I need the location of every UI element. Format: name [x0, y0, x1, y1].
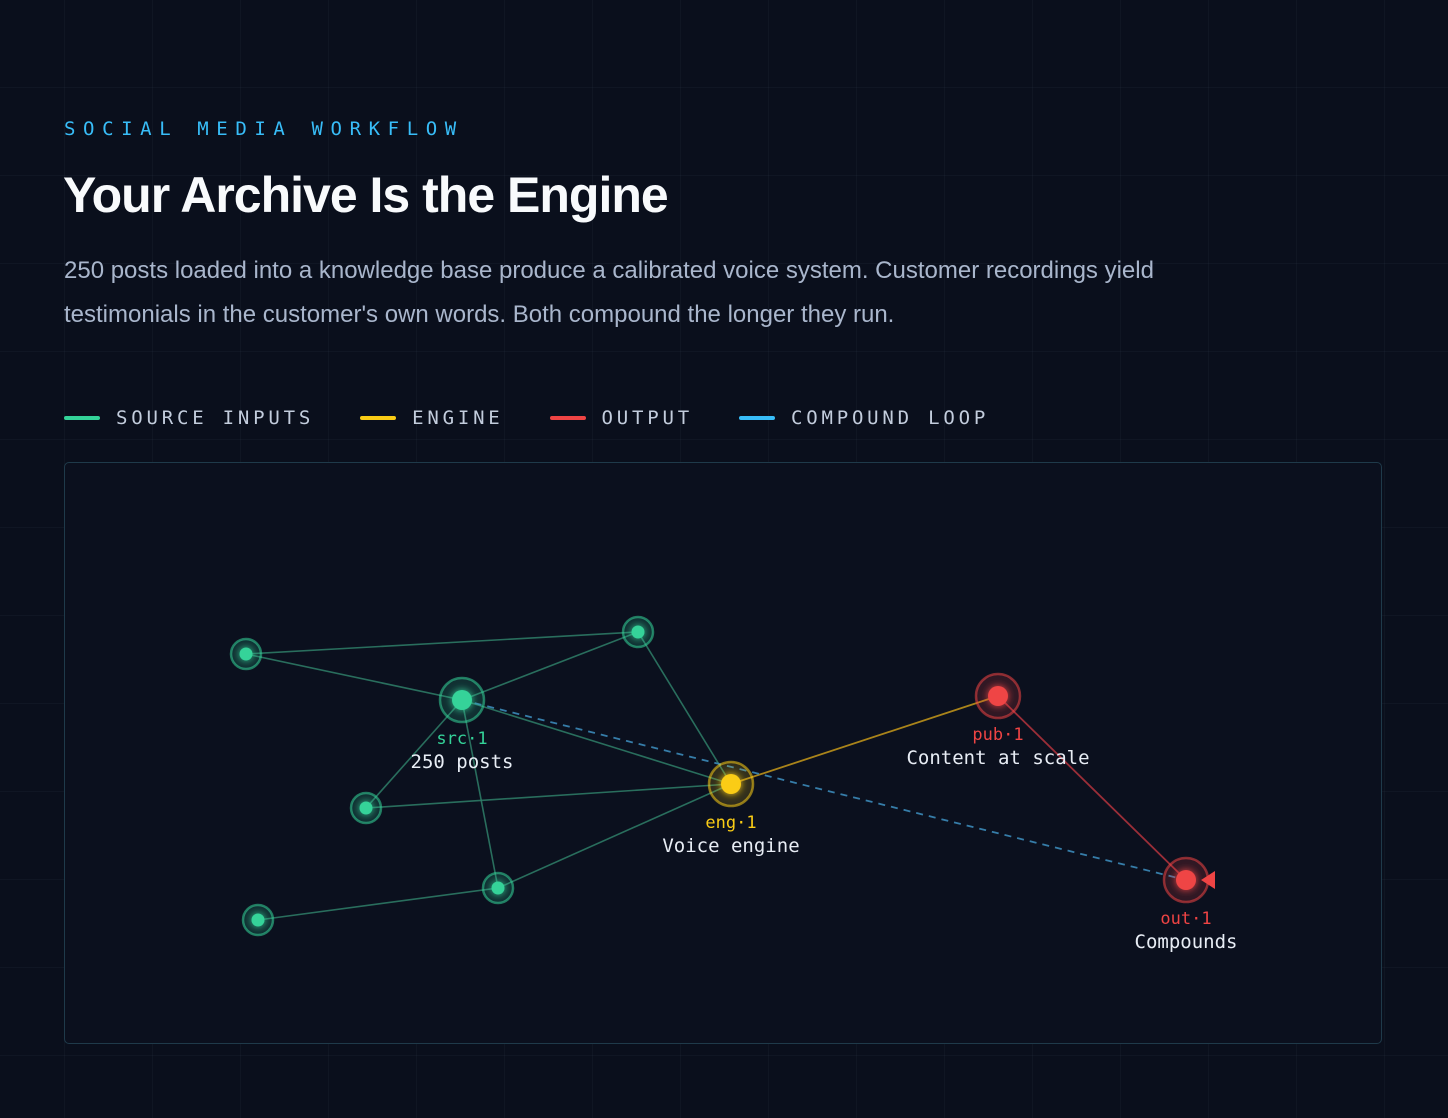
legend-item-compound-loop: COMPOUND LOOP	[738, 407, 990, 429]
legend-label: COMPOUND LOOP	[790, 407, 990, 429]
node-core	[631, 625, 645, 639]
node-id-label: out·1	[1160, 909, 1211, 929]
node-core	[452, 690, 472, 710]
legend-swatch-source	[64, 416, 100, 420]
node-core	[251, 913, 265, 927]
edge-pub1-out1	[997, 695, 1187, 881]
node-title-label: Voice engine	[662, 835, 799, 857]
node-id-label: eng·1	[705, 813, 756, 833]
node-eng1[interactable]	[707, 760, 755, 808]
node-s4[interactable]	[349, 791, 383, 825]
page-description: 250 posts loaded into a knowledge base p…	[64, 257, 1154, 328]
node-core	[721, 774, 741, 794]
node-pub1[interactable]	[974, 672, 1022, 720]
section-eyebrow: SOCIAL MEDIA WORKFLOW	[64, 118, 464, 140]
edge-eng1-pub1	[730, 695, 999, 785]
node-id-label: src·1	[436, 729, 487, 749]
node-core	[1176, 870, 1196, 890]
node-title-label: Content at scale	[906, 747, 1089, 769]
legend-item-output: OUTPUT	[549, 407, 693, 429]
edge-s3-src1	[461, 631, 639, 701]
legend-item-source-inputs: SOURCE INPUTS	[64, 407, 314, 429]
workflow-diagram: src·1 250 posts eng·1 Voice engine pub·1 Cont…	[64, 462, 1382, 1044]
node-s3[interactable]	[621, 615, 655, 649]
edge-s3-eng1	[637, 631, 732, 785]
node-core	[491, 881, 505, 895]
workflow-graph: src·1250 posts eng·1Voice engine pub·1Cont…	[229, 615, 1238, 953]
legend-swatch-engine	[360, 416, 397, 420]
page-title: Your Archive Is the Engine	[63, 167, 669, 223]
node-title-label: 250 posts	[411, 751, 514, 773]
node-src1[interactable]	[438, 676, 486, 724]
edge-src1-out1	[461, 699, 1187, 881]
legend-label: SOURCE INPUTS	[116, 407, 315, 429]
node-s2[interactable]	[229, 637, 263, 671]
diagram-legend: SOURCE INPUTS ENGINE OUTPUT COMPOUND LOO…	[64, 407, 1035, 429]
node-s6[interactable]	[241, 903, 275, 937]
legend-label: OUTPUT	[601, 407, 693, 429]
legend-swatch-output	[549, 416, 586, 420]
edge-s2-src1	[245, 653, 463, 701]
node-core	[988, 686, 1008, 706]
node-core	[359, 801, 373, 815]
edge-s6-s5	[257, 887, 499, 921]
legend-label: ENGINE	[412, 407, 504, 429]
legend-swatch-loop	[738, 416, 775, 420]
labels-layer: src·1250 posts eng·1Voice engine pub·1Cont…	[411, 725, 1238, 953]
nodes-layer	[229, 615, 1215, 937]
node-id-label: pub·1	[972, 725, 1023, 745]
edge-s4-eng1	[365, 783, 732, 809]
legend-item-engine: ENGINE	[360, 407, 503, 429]
node-s5[interactable]	[481, 871, 515, 905]
node-title-label: Compounds	[1135, 931, 1238, 953]
node-core	[239, 647, 253, 661]
edge-s2-s3	[245, 631, 639, 655]
